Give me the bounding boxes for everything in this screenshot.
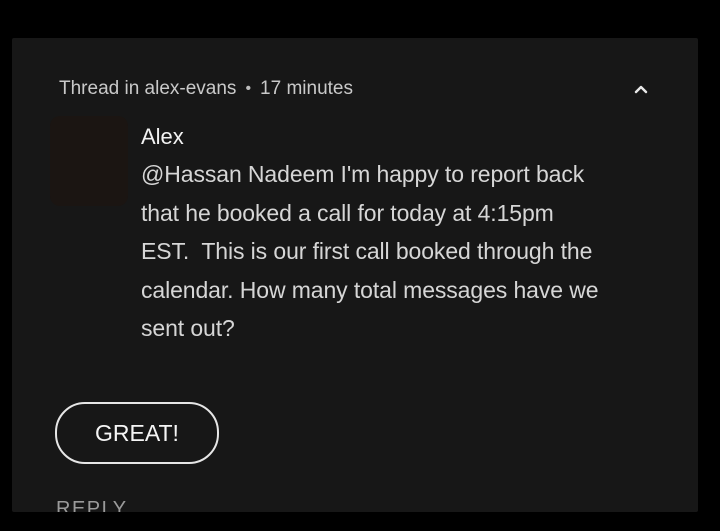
sender-name: Alex [141, 124, 184, 149]
header-separator: • [245, 80, 252, 97]
collapse-button[interactable] [630, 78, 652, 100]
message-line: sent out? [141, 315, 235, 341]
thread-time: 17 minutes [260, 78, 353, 99]
message-line: @Hassan Nadeem I'm happy to report back [141, 161, 585, 187]
avatar [50, 116, 128, 206]
quick-reply-great-button[interactable]: GREAT! [55, 402, 219, 464]
reply-button[interactable]: REPLY [56, 498, 128, 512]
chevron-up-icon [634, 85, 648, 94]
message-line: that he booked a call for today at 4:15p… [141, 199, 554, 226]
thread-header: Thread in alex-evans • 17 minutes [59, 78, 353, 100]
thread-location: Thread in alex-evans [59, 78, 237, 99]
screen: Thread in alex-evans • 17 minutes Alex @… [0, 0, 720, 531]
notification-card[interactable]: Thread in alex-evans • 17 minutes Alex @… [12, 38, 698, 512]
message-body: @Hassan Nadeem I'm happy to report back … [141, 155, 661, 348]
message-line: calendar. How many total messages have w… [141, 276, 599, 303]
message-line: EST. This is our first call booked throu… [141, 238, 593, 264]
